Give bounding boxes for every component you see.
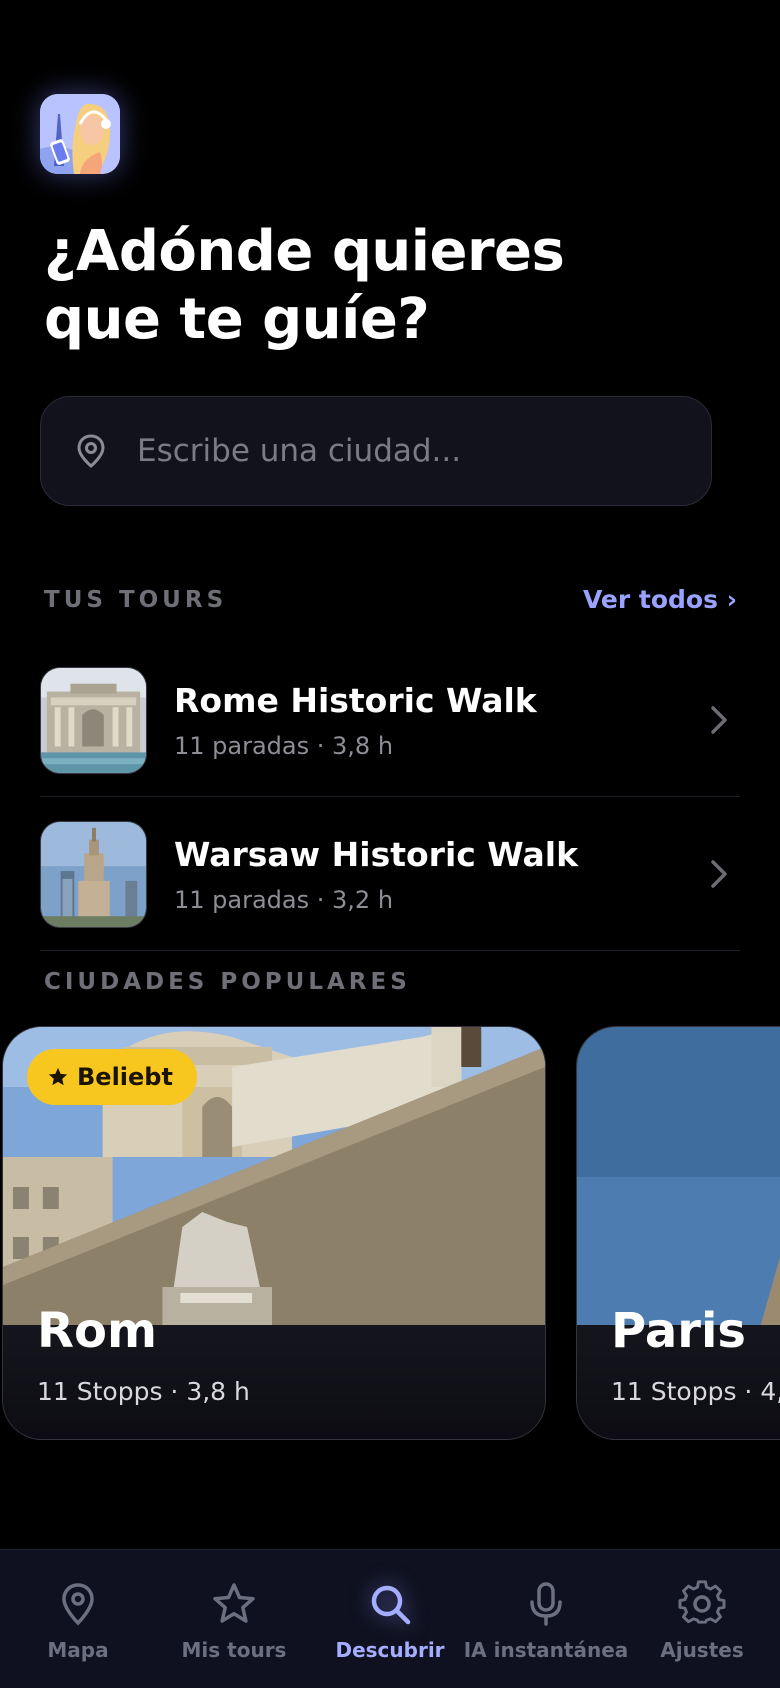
city-card-paris[interactable]: Paris 11 Stopps · 4,5 — [576, 1026, 780, 1440]
tab-my-tours[interactable]: Mis tours — [156, 1550, 312, 1688]
tour-thumbnail-rome — [40, 666, 147, 774]
page-title-line-1: ¿Adónde quieres — [44, 219, 565, 284]
city-meta: 11 Stopps · 3,8 h — [37, 1377, 250, 1406]
star-icon — [48, 1067, 68, 1086]
tab-label: Mapa — [47, 1638, 109, 1662]
tab-label: Descubrir — [335, 1638, 445, 1662]
city-name: Rom — [37, 1303, 157, 1359]
city-meta: 11 Stopps · 4,5 — [611, 1377, 780, 1406]
city-search-input[interactable] — [137, 433, 657, 469]
tour-title: Rome Historic Walk — [174, 681, 537, 720]
page-title: ¿Adónde quieres que te guíe? — [44, 218, 704, 354]
popular-badge-label: Beliebt — [77, 1063, 173, 1091]
gear-icon — [678, 1580, 726, 1624]
tab-label: Mis tours — [181, 1638, 287, 1662]
popular-cities-heading: CIUDADES POPULARES — [44, 969, 411, 995]
tour-title: Warsaw Historic Walk — [174, 835, 579, 874]
chevron-right-icon — [711, 860, 727, 888]
city-photo-paris — [577, 1027, 780, 1327]
star-icon — [213, 1583, 255, 1623]
your-tours-heading: TUS TOURS — [44, 587, 228, 613]
row-divider — [40, 950, 740, 951]
page-title-line-2: que te guíe? — [44, 287, 430, 352]
tab-instant-ai[interactable]: IA instantánea — [464, 1550, 628, 1688]
tour-meta: 11 paradas · 3,2 h — [174, 886, 394, 914]
city-search-bar[interactable] — [40, 396, 712, 506]
discover-screen: ¿Adónde quieres que te guíe? TUS TOURS V… — [0, 0, 780, 1688]
tour-row-rome[interactable]: Rome Historic Walk 11 paradas · 3,8 h — [40, 643, 740, 797]
see-all-tours-link[interactable]: Ver todos › — [583, 585, 737, 614]
tab-map[interactable]: Mapa — [0, 1550, 156, 1688]
tab-label: IA instantánea — [463, 1638, 629, 1662]
city-name: Paris — [611, 1303, 746, 1359]
tour-row-warsaw[interactable]: Warsaw Historic Walk 11 paradas · 3,2 h — [40, 797, 740, 951]
tour-meta: 11 paradas · 3,8 h — [174, 732, 394, 760]
tab-settings[interactable]: Ajustes — [624, 1550, 780, 1688]
map-pin-icon — [77, 434, 105, 468]
search-icon — [371, 1585, 411, 1625]
chevron-right-icon — [711, 706, 727, 734]
tab-label: Ajustes — [660, 1638, 744, 1662]
bottom-tab-bar: Mapa Mis tours Descubrir IA instantánea — [0, 1549, 780, 1688]
app-logo — [40, 94, 120, 174]
city-card-rom[interactable]: Beliebt Rom 11 Stopps · 3,8 h — [2, 1026, 546, 1440]
microphone-icon — [530, 1582, 562, 1626]
tab-discover[interactable]: Descubrir — [312, 1550, 468, 1688]
tour-thumbnail-warsaw — [40, 820, 147, 928]
map-pin-icon — [62, 1583, 94, 1626]
popular-badge: Beliebt — [27, 1049, 197, 1105]
